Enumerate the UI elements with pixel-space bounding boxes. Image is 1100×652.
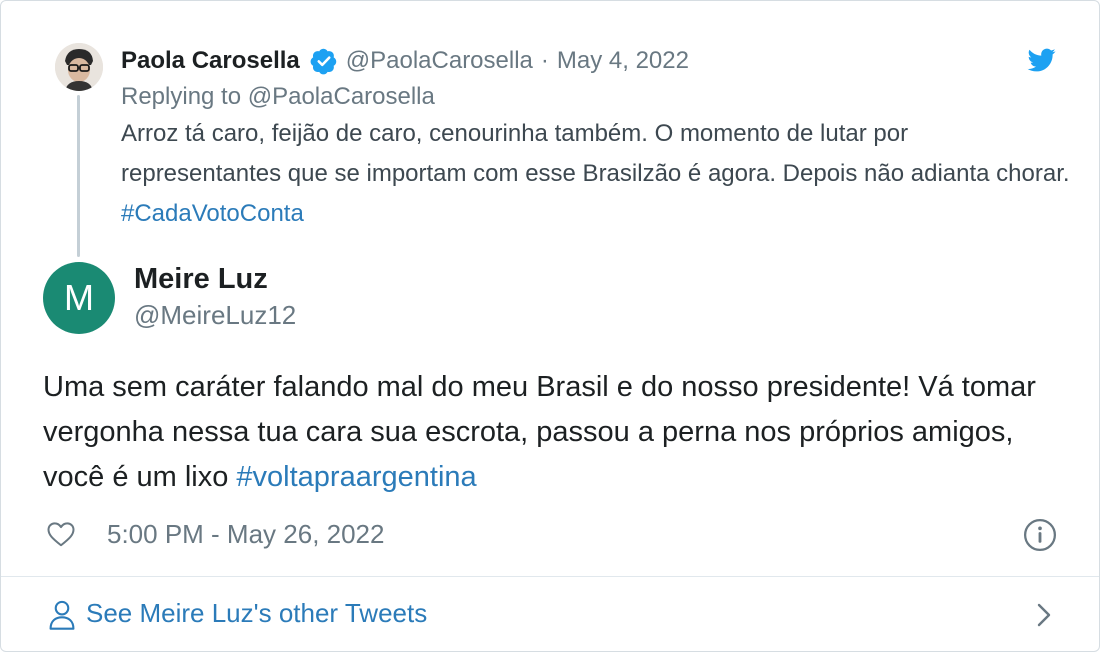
avatar-initial: M bbox=[64, 277, 94, 318]
parent-tweet-header: Paola Carosella @PaolaCarosella · May 4,… bbox=[121, 43, 689, 79]
main-author-name[interactable]: Meire Luz bbox=[134, 263, 268, 296]
tweet-timestamp[interactable]: 5:00 PM - May 26, 2022 bbox=[107, 519, 384, 550]
separator-dot: · bbox=[540, 47, 549, 74]
chevron-right-icon[interactable] bbox=[1031, 601, 1055, 629]
parent-author-name[interactable]: Paola Carosella bbox=[121, 47, 300, 75]
thread-connector-line bbox=[77, 95, 80, 257]
parent-avatar[interactable] bbox=[55, 43, 103, 91]
heart-icon[interactable] bbox=[46, 519, 76, 549]
parent-hashtag-link[interactable]: #CadaVotoConta bbox=[121, 200, 304, 227]
see-more-label[interactable]: See Meire Luz's other Tweets bbox=[86, 598, 427, 629]
parent-author-handle[interactable]: @PaolaCarosella bbox=[346, 47, 533, 75]
twitter-bird-icon[interactable] bbox=[1026, 46, 1058, 74]
avatar-photo bbox=[55, 43, 103, 91]
main-hashtag-link[interactable]: #voltapraargentina bbox=[236, 461, 476, 493]
see-more-tweets-link[interactable]: See Meire Luz's other Tweets bbox=[1, 577, 1099, 651]
parent-tweet-body: Arroz tá caro, feijão de caro, cenourinh… bbox=[121, 120, 1070, 187]
verified-badge-icon bbox=[310, 48, 337, 75]
replying-to-label[interactable]: Replying to @PaolaCarosella bbox=[121, 83, 435, 111]
info-icon[interactable] bbox=[1023, 518, 1057, 552]
parent-tweet-date[interactable]: May 4, 2022 bbox=[557, 47, 689, 75]
embedded-tweet-card: Paola Carosella @PaolaCarosella · May 4,… bbox=[0, 0, 1100, 652]
parent-tweet-text: Arroz tá caro, feijão de caro, cenourinh… bbox=[121, 114, 1071, 234]
main-tweet-text: Uma sem caráter falando mal do meu Brasi… bbox=[43, 365, 1063, 500]
main-author-handle[interactable]: @MeireLuz12 bbox=[134, 300, 296, 331]
main-author-avatar[interactable]: M bbox=[43, 262, 115, 334]
person-icon bbox=[49, 600, 75, 630]
main-tweet-body: Uma sem caráter falando mal do meu Brasi… bbox=[43, 371, 1036, 493]
